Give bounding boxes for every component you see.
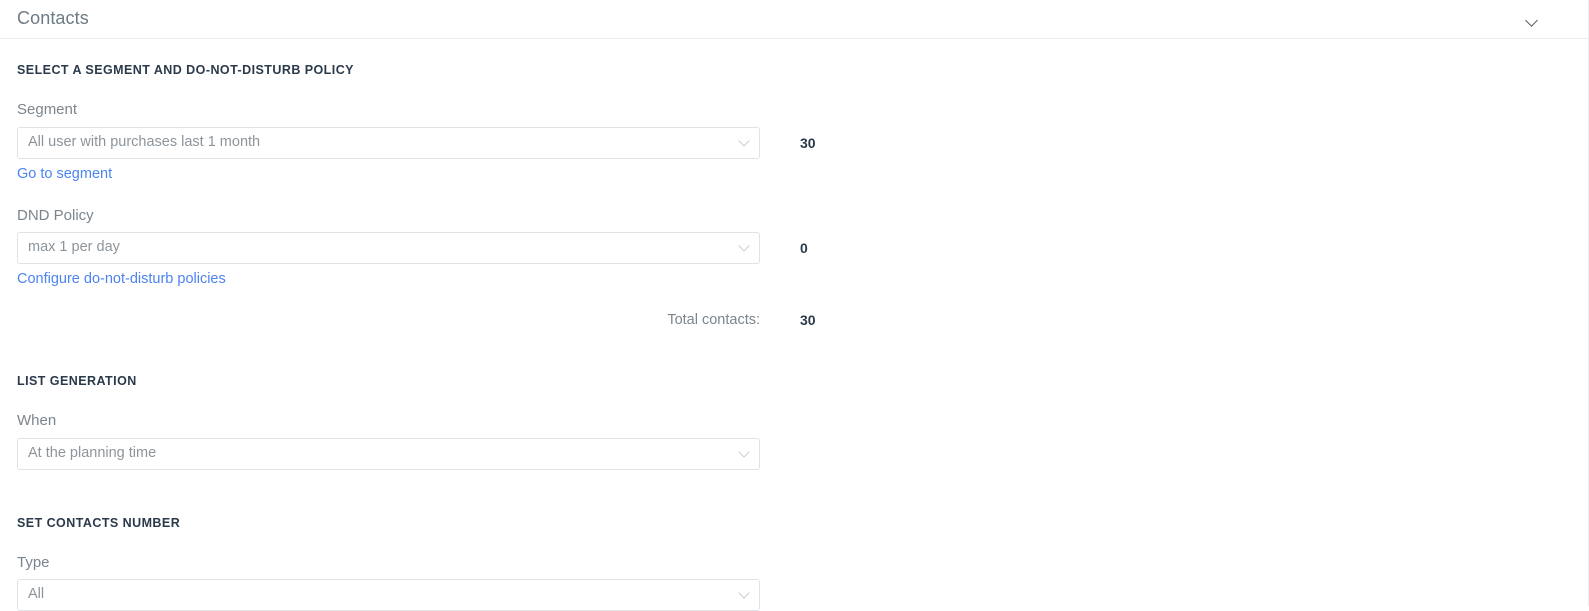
segment-label: Segment: [17, 101, 78, 118]
dnd-policy-select-value: max 1 per day: [28, 240, 120, 256]
type-row: All: [17, 579, 1571, 611]
panel-body: SELECT A SEGMENT AND DO-NOT-DISTURB POLI…: [0, 63, 1588, 611]
dnd-policy-select[interactable]: max 1 per day: [17, 232, 760, 264]
page-title: Contacts: [17, 8, 89, 28]
total-contacts-label: Total contacts:: [667, 312, 760, 328]
collapse-panel-button[interactable]: [1520, 8, 1544, 32]
panel-header: Contacts: [0, 0, 1588, 39]
total-contacts-row: Total contacts: 30: [17, 312, 1571, 328]
chevron-down-icon: [739, 137, 749, 147]
configure-dnd-policies-link[interactable]: Configure do-not-disturb policies: [17, 271, 226, 288]
section-heading-list-generation: LIST GENERATION: [17, 374, 137, 388]
segment-select[interactable]: All user with purchases last 1 month: [17, 126, 760, 159]
section-heading-set-contacts-number: SET CONTACTS NUMBER: [17, 515, 181, 530]
section-heading-segment-policy: SELECT A SEGMENT AND DO-NOT-DISTURB POLI…: [17, 63, 354, 77]
go-to-segment-link[interactable]: Go to segment: [17, 166, 112, 183]
segment-count: 30: [800, 134, 816, 151]
type-select-value: All: [28, 587, 45, 603]
segment-row: All user with purchases last 1 month 30: [17, 126, 1571, 159]
dnd-policy-count: 0: [800, 240, 808, 256]
when-row: At the planning time: [17, 437, 1571, 470]
when-label: When: [17, 412, 57, 429]
segment-select-value: All user with purchases last 1 month: [28, 134, 261, 150]
dnd-policy-label: DND Policy: [17, 206, 94, 224]
total-contacts-value: 30: [800, 312, 816, 328]
chevron-down-icon: [739, 448, 749, 458]
when-select[interactable]: At the planning time: [17, 437, 760, 470]
contacts-panel: Contacts SELECT A SEGMENT AND DO-NOT-DIS…: [0, 0, 1589, 611]
chevron-down-icon: [1527, 15, 1538, 26]
dnd-policy-row: max 1 per day 0: [17, 232, 1571, 264]
when-select-value: At the planning time: [28, 445, 157, 461]
chevron-down-icon: [739, 242, 749, 252]
type-select[interactable]: All: [17, 579, 760, 611]
chevron-down-icon: [739, 589, 749, 599]
type-label: Type: [17, 553, 50, 571]
